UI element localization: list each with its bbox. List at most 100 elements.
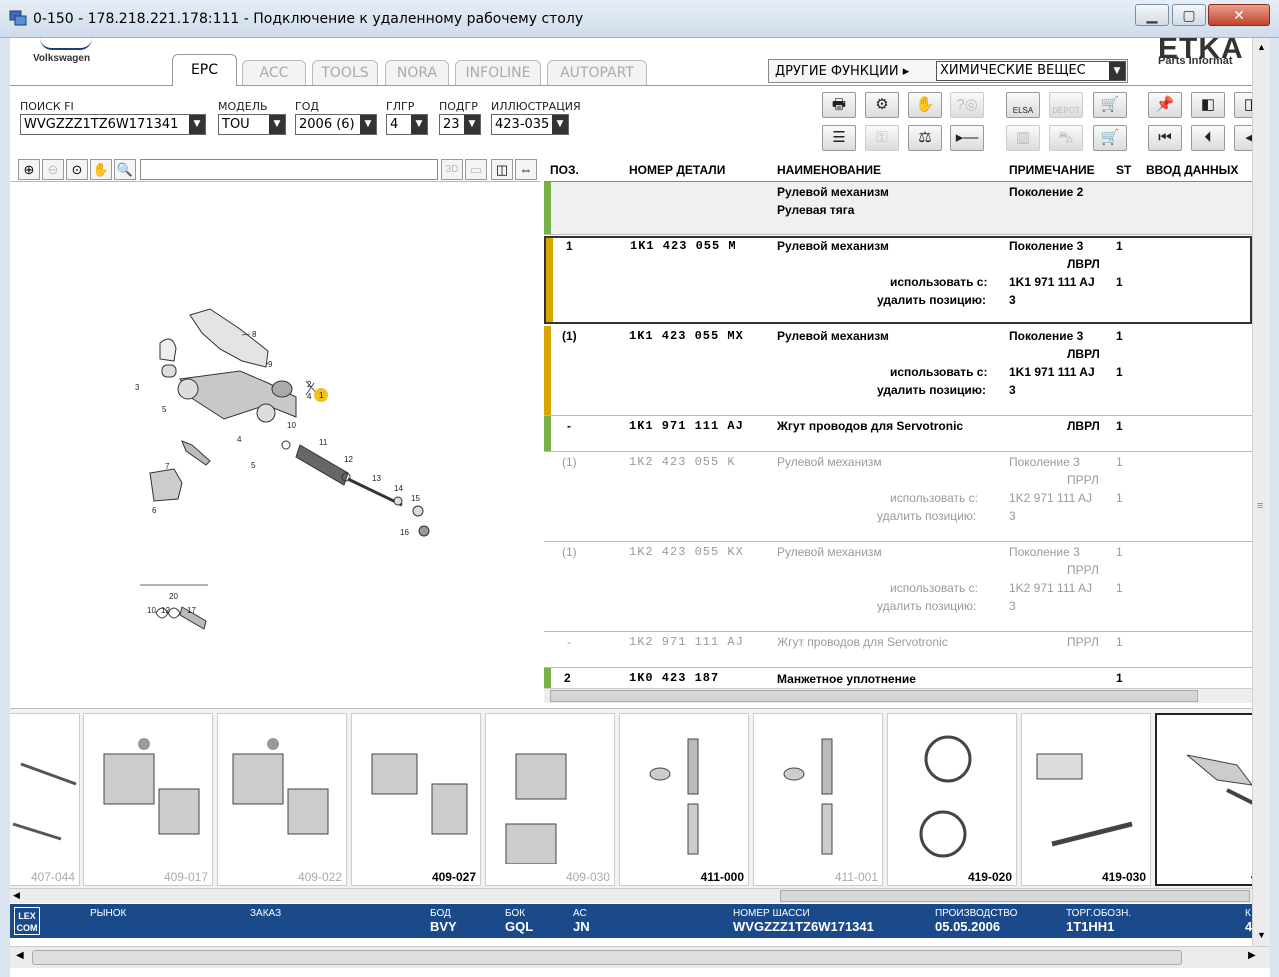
thumbnail[interactable]: 409-027 [351,713,481,886]
thumbnail[interactable]: 409-017 [83,713,213,886]
cell-delete-label: удалить позицию: [877,509,977,523]
page-forward-button[interactable]: ◨ [1234,92,1252,118]
list-view-icon[interactable]: ▭ [465,159,487,180]
chevron-down-icon[interactable]: ▼ [189,115,205,134]
list-button[interactable]: ☰ [822,125,856,151]
header-part[interactable]: НОМЕР ДЕТАЛИ [629,163,725,177]
tab-infoline[interactable]: INFOLINE [455,60,541,85]
table-row-disabled[interactable]: (1) 1K2 423 055 KX Рулевой механизм Поко… [544,542,1252,632]
scroll-grip-icon[interactable]: ≡ [1257,500,1263,512]
handshake-button[interactable]: ✋ [908,92,942,118]
chevron-down-icon[interactable]: ▼ [360,115,376,134]
table-row[interactable]: 2 1K0 423 187 Манжетное уплотнение 1 [544,668,1252,688]
tab-nora[interactable]: NORA [385,60,449,85]
thumbnail[interactable]: 411-000 [619,713,749,886]
prev-item-button[interactable]: ◀ [1234,125,1252,151]
scroll-thumb[interactable] [32,950,1182,965]
scroll-up-icon[interactable]: ▲ [1257,42,1266,52]
mg-select[interactable]: 4 ▼ [386,114,428,135]
tab-acc[interactable]: ACC [242,60,306,85]
sg-select[interactable]: 23 ▼ [439,114,481,135]
header-pos[interactable]: ПОЗ. [550,163,579,177]
table-row-disabled[interactable]: (1) 1K2 423 055 K Рулевой механизм Покол… [544,452,1252,542]
cart-add-button[interactable]: 🛒 [1093,92,1127,118]
chassis-label: НОМЕР ШАССИ [733,908,810,919]
prev-page-button[interactable]: ⏴ [1191,125,1225,151]
ac-value: JN [573,919,590,934]
thumbnail[interactable]: 409-022 [217,713,347,886]
table-row[interactable]: (1) 1K1 423 055 MX Рулевой механизм Поко… [544,326,1252,416]
table-row[interactable]: Рулевой механизм Рулевая тяга Поколение … [544,182,1252,235]
window-horizontal-scrollbar[interactable]: ◀ ▶ [10,946,1270,968]
zoom-out-icon[interactable]: ⊖ [42,159,64,180]
zoom-fit-icon[interactable]: ⊙ [66,159,88,180]
picture-search-input[interactable] [140,159,438,180]
cart-button[interactable]: 🛒 [1093,125,1127,151]
table-horizontal-scrollbar[interactable] [544,688,1252,703]
header-note[interactable]: ПРИМЕЧАНИЕ [1009,163,1095,177]
year-select[interactable]: 2006 (6) ▼ [295,114,377,135]
help-search-button[interactable]: ?◎ [950,92,984,118]
split-view-icon[interactable]: ◫ [491,159,513,180]
chevron-down-icon[interactable]: ▼ [411,115,427,134]
thumbnail[interactable]: 411-001 [753,713,883,886]
scroll-thumb[interactable] [550,690,1198,702]
chevron-down-icon[interactable]: ▼ [269,115,285,134]
header-st[interactable]: ST [1116,163,1131,177]
key-button[interactable]: ⚿ [865,125,899,151]
thumbnail[interactable]: 409-030 [485,713,615,886]
depot-button[interactable]: DEPOT [1049,92,1083,118]
print-button[interactable]: 🖶 [822,92,856,118]
pin-button[interactable]: 📌 [1148,92,1182,118]
table-row-selected[interactable]: 1 1K1 423 055 M Рулевой механизм Поколен… [544,236,1252,324]
illustration-select[interactable]: 423-035 ▼ [491,114,569,135]
maximize-button[interactable]: ▢ [1172,4,1206,26]
3d-icon[interactable]: 3D [441,159,463,180]
other-functions-select[interactable]: ХИМИЧЕСКИЕ ВЕЩЕС ▼ [936,61,1126,81]
first-page-button[interactable]: ⏮ [1148,125,1182,151]
resize-icon[interactable]: ⇔ [515,159,537,180]
thumbnail-scrollbar[interactable]: ◀ [10,888,1252,903]
thumbnail[interactable]: 419-020 [887,713,1017,886]
thumbnail[interactable]: 419-030 [1021,713,1151,886]
header-name[interactable]: НАИМЕНОВАНИЕ [777,163,881,177]
service-button[interactable]: ⚙ [865,92,899,118]
zoom-in-icon[interactable]: ⊕ [18,159,40,180]
scale-button[interactable]: ⚖ [908,125,942,151]
chevron-down-icon[interactable]: ▼ [1109,62,1125,80]
search-fi-input[interactable]: WVGZZZ1TZ6W171341 ▼ [20,114,206,135]
magnifier-icon[interactable]: 🔍 [114,159,136,180]
chevron-down-icon[interactable]: ▼ [464,115,480,134]
close-button[interactable]: ✕ [1208,4,1270,26]
vehicle-button[interactable]: ⛍ [1049,125,1083,151]
table-row-disabled[interactable]: - 1K2 971 111 AJ Жгут проводов для Servo… [544,632,1252,668]
steering-rack-diagram[interactable]: 8 9 2 4 1 3 5 10 11 12 13 14 15 16 4 5 7… [10,183,540,703]
thumbnail-current[interactable]: 423 [1155,713,1252,886]
page-back-button[interactable]: ◧ [1191,92,1225,118]
tab-epc[interactable]: EPC [172,54,237,86]
vw-logo-text: Volkswagen [33,53,91,64]
table-row[interactable]: - 1K1 971 111 AJ Жгут проводов для Servo… [544,416,1252,452]
scroll-down-icon[interactable]: ▼ [1257,930,1266,940]
play-button[interactable]: ▸— [950,125,984,151]
tab-tools[interactable]: TOOLS [312,60,378,85]
scroll-thumb[interactable] [780,890,1250,902]
compare-button[interactable]: ▥ [1006,125,1040,151]
row-marker [544,326,551,415]
scroll-left-icon[interactable]: ◀ [13,890,20,901]
vertical-scrollbar[interactable]: ▲ ≡ ▼ [1252,38,1270,946]
thumbnail[interactable]: 407-044 [10,713,80,886]
header-input[interactable]: ВВОД ДАННЫХ [1146,163,1238,177]
scroll-right-icon[interactable]: ▶ [1248,950,1256,961]
thumbnail-label: 409-030 [565,870,610,884]
other-functions-label[interactable]: ДРУГИЕ ФУНКЦИИ ▸ [775,64,909,79]
tab-autopart[interactable]: AUTOPART [547,60,647,85]
minimize-button[interactable]: ▁ [1135,4,1169,26]
remote-desktop-icon [9,10,27,26]
elsa-button[interactable]: ELSA [1006,92,1040,118]
bok-label: БОК [505,908,526,919]
chevron-down-icon[interactable]: ▼ [552,115,568,134]
model-select[interactable]: TOU ▼ [218,114,286,135]
pan-icon[interactable]: ✋ [90,159,112,180]
scroll-left-icon[interactable]: ◀ [16,950,24,961]
